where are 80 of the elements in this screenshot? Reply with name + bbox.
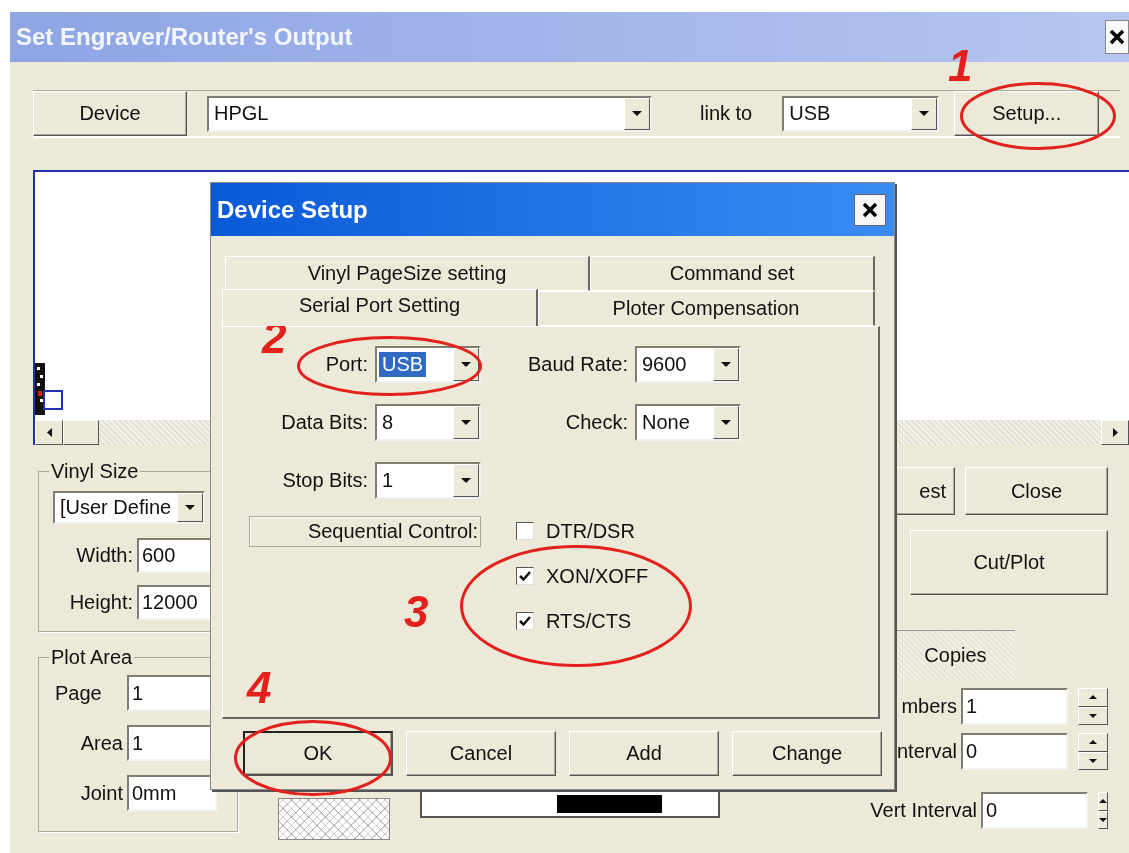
spin-button[interactable] (1098, 792, 1108, 829)
setting-dropdown[interactable]: USB (375, 345, 481, 383)
field-label: Data Bits: (281, 410, 368, 434)
field-label: Baud Rate: (527, 352, 628, 376)
up-caret-icon (1089, 740, 1097, 745)
field-label: Stop Bits: (282, 468, 368, 492)
cut-plot-button[interactable]: Cut/Plot (910, 530, 1108, 595)
up-caret-icon (1099, 799, 1107, 804)
color-field[interactable] (420, 790, 720, 818)
link-dropdown[interactable]: USB (782, 95, 940, 132)
spin-button[interactable] (1078, 688, 1108, 725)
caret-icon (461, 477, 471, 483)
close-icon (862, 201, 878, 218)
scrollbar-thumb[interactable] (63, 420, 99, 445)
input-field[interactable]: 0 (981, 792, 1088, 829)
caret-icon (632, 111, 642, 116)
checkbox[interactable] (516, 612, 534, 630)
tab[interactable]: Command set (590, 256, 875, 291)
close-button[interactable] (1105, 20, 1129, 54)
input-field[interactable]: 1 (961, 688, 1068, 725)
caret-icon (461, 419, 471, 425)
field-label: Check: (565, 410, 628, 434)
annotation-number: 3 (404, 590, 429, 634)
right-arrow-icon (1112, 428, 1118, 437)
annotation-number: 4 (247, 666, 272, 710)
input-field[interactable]: 0mm (127, 775, 217, 811)
scroll-right-button[interactable] (1101, 420, 1129, 445)
dialog-title: Device Setup (217, 195, 368, 224)
checkbox-label: DTR/DSR (546, 519, 635, 543)
setup-button[interactable]: Setup... (954, 91, 1100, 136)
copies-tab[interactable]: Copies (895, 630, 1015, 680)
caret-icon (461, 361, 471, 367)
annotation-number: 1 (948, 44, 973, 88)
field-label: Port: (325, 352, 368, 376)
field-label: Page (54, 681, 103, 705)
field-label: Height: (68, 591, 133, 614)
dialog-button[interactable]: Change (732, 731, 882, 776)
caret-icon (721, 419, 731, 425)
dialog-button[interactable]: Add (569, 731, 719, 776)
field-label: Joint (79, 781, 123, 805)
checkbox-label: RTS/CTS (546, 609, 632, 633)
close-icon (1109, 29, 1125, 45)
dialog-button[interactable]: Cancel (406, 731, 556, 776)
checkbox[interactable] (516, 567, 534, 585)
setting-dropdown[interactable]: 1 (375, 461, 481, 499)
dialog-button[interactable]: OK (243, 731, 393, 776)
field-label: Width: (75, 544, 133, 567)
device-dropdown[interactable]: HPGL (207, 95, 652, 132)
window-title: Set Engraver/Router's Output (16, 23, 353, 51)
group-title: Vinyl Size (50, 460, 140, 483)
device-button[interactable]: Device (33, 91, 187, 136)
field-label: Vert Interval (870, 799, 977, 822)
spin-button[interactable] (1078, 733, 1108, 770)
link-label: link to (700, 102, 753, 125)
left-arrow-icon (46, 428, 52, 437)
group-title: Plot Area (50, 646, 134, 669)
caret-icon (1089, 713, 1097, 718)
tab[interactable]: Ploter Compensation (538, 291, 875, 326)
setting-dropdown[interactable]: 9600 (635, 345, 741, 383)
scroll-left-button[interactable] (35, 420, 63, 445)
field-label: mbers (901, 695, 957, 718)
field-label: Area (79, 731, 123, 755)
close-button[interactable] (854, 193, 886, 226)
setting-dropdown[interactable]: 8 (375, 403, 481, 441)
setting-dropdown[interactable]: None (635, 403, 741, 441)
caret-icon (919, 111, 930, 116)
field-label: nterval (896, 740, 957, 763)
vinyl-size-dropdown[interactable]: [User Define (53, 491, 205, 524)
checkbox[interactable] (516, 522, 534, 540)
tab[interactable]: Vinyl PageSize setting (225, 256, 590, 291)
input-field[interactable]: 0 (961, 733, 1068, 770)
up-caret-icon (1089, 695, 1097, 700)
caret-icon (1089, 758, 1097, 763)
close-button[interactable]: Close (965, 467, 1108, 515)
sequential-control-label: Sequential Control: (249, 516, 481, 547)
caret-icon (1099, 817, 1107, 822)
tab[interactable]: Serial Port Setting (222, 289, 538, 326)
caret-icon (185, 505, 195, 510)
caret-icon (721, 361, 731, 367)
checkbox-label: XON/XOFF (546, 564, 649, 588)
